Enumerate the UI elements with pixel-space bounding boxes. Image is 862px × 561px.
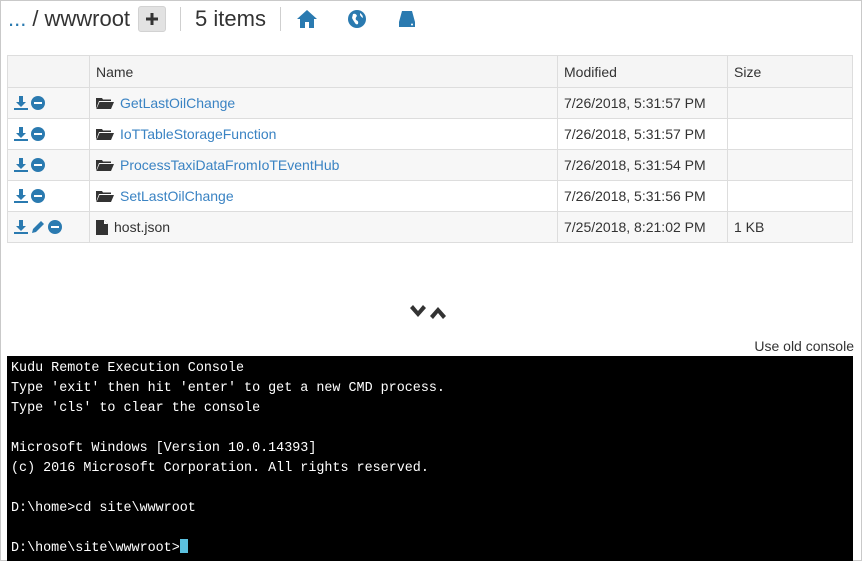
- download-icon[interactable]: [14, 158, 28, 172]
- download-icon[interactable]: [14, 220, 28, 234]
- console-line: Kudu Remote Execution Console: [11, 361, 245, 376]
- folder-link[interactable]: SetLastOilChange: [120, 188, 234, 204]
- item-count: 5 items: [195, 6, 266, 31]
- modified-cell: 7/26/2018, 5:31:57 PM: [557, 118, 728, 150]
- size-cell: [727, 87, 853, 119]
- folder-link[interactable]: IoTTableStorageFunction: [120, 126, 276, 142]
- size-cell: 1 KB: [727, 211, 853, 243]
- download-icon[interactable]: [14, 189, 28, 203]
- table-header-row: Name Modified Size: [7, 55, 853, 88]
- console-line: Type 'exit' then hit 'enter' to get a ne…: [11, 381, 445, 396]
- folder-open-icon: [96, 98, 114, 109]
- console-prompt: D:\home\site\wwwroot>: [11, 541, 180, 556]
- header-divider: [180, 7, 182, 31]
- globe-button[interactable]: [345, 7, 369, 31]
- table-row: host.json 7/25/2018, 8:21:02 PM 1 KB: [7, 211, 853, 243]
- console-line: D:\home>cd site\wwwroot: [11, 501, 196, 516]
- modified-cell: 7/26/2018, 5:31:56 PM: [557, 180, 728, 212]
- modified-cell: 7/26/2018, 5:31:54 PM: [557, 149, 728, 181]
- header-bar: ... / wwwroot 5 items: [8, 4, 445, 34]
- actions-column-header: [7, 55, 90, 88]
- edit-icon[interactable]: [31, 220, 45, 234]
- console-cursor: [179, 539, 188, 553]
- breadcrumb-parent-link[interactable]: ...: [8, 6, 26, 32]
- breadcrumb-separator: /: [32, 6, 39, 31]
- console-line: Type 'cls' to clear the console: [11, 401, 261, 416]
- table-row: GetLastOilChange 7/26/2018, 5:31:57 PM: [7, 87, 853, 119]
- remove-icon[interactable]: [31, 189, 45, 203]
- globe-icon: [347, 10, 366, 28]
- size-cell: [727, 118, 853, 150]
- table-row: IoTTableStorageFunction 7/26/2018, 5:31:…: [7, 118, 853, 150]
- console-prompt-line[interactable]: D:\home\site\wwwroot>: [11, 539, 853, 559]
- download-icon[interactable]: [14, 127, 28, 141]
- table-row: ProcessTaxiDataFromIoTEventHub 7/26/2018…: [7, 149, 853, 181]
- header-divider: [279, 7, 281, 31]
- pane-resize-toggles: [409, 305, 447, 319]
- add-button[interactable]: [138, 6, 167, 32]
- modified-cell: 7/25/2018, 8:21:02 PM: [557, 211, 728, 243]
- file-table: Name Modified Size GetLastOilChange 7/26…: [7, 55, 853, 243]
- drive-button[interactable]: [395, 7, 419, 31]
- plus-icon: [146, 13, 159, 25]
- remove-icon[interactable]: [31, 127, 45, 141]
- modified-cell: 7/26/2018, 5:31:57 PM: [557, 87, 728, 119]
- console-panel[interactable]: Kudu Remote Execution Console Type 'exit…: [7, 356, 853, 561]
- remove-icon[interactable]: [31, 96, 45, 110]
- drive-icon: [398, 11, 415, 27]
- remove-icon[interactable]: [31, 158, 45, 172]
- size-cell: [727, 180, 853, 212]
- download-icon[interactable]: [14, 96, 28, 110]
- chevron-up-icon[interactable]: [429, 305, 447, 319]
- use-old-console-link[interactable]: Use old console: [754, 338, 854, 354]
- console-line: Microsoft Windows [Version 10.0.14393]: [11, 441, 317, 456]
- current-folder-title: wwwroot: [44, 6, 131, 31]
- column-header-name[interactable]: Name: [89, 55, 558, 88]
- column-header-modified[interactable]: Modified: [557, 55, 728, 88]
- chevron-down-icon[interactable]: [409, 305, 427, 319]
- folder-open-icon: [96, 129, 114, 140]
- home-button[interactable]: [295, 7, 319, 31]
- folder-link[interactable]: ProcessTaxiDataFromIoTEventHub: [120, 157, 339, 173]
- console-line: (c) 2016 Microsoft Corporation. All righ…: [11, 461, 429, 476]
- folder-open-icon: [96, 191, 114, 202]
- home-icon: [296, 10, 317, 28]
- folder-link[interactable]: GetLastOilChange: [120, 95, 235, 111]
- file-name[interactable]: host.json: [114, 219, 170, 235]
- column-header-size[interactable]: Size: [727, 55, 853, 88]
- remove-icon[interactable]: [48, 220, 62, 234]
- file-icon: [96, 219, 108, 235]
- table-row: SetLastOilChange 7/26/2018, 5:31:56 PM: [7, 180, 853, 212]
- folder-open-icon: [96, 160, 114, 171]
- size-cell: [727, 149, 853, 181]
